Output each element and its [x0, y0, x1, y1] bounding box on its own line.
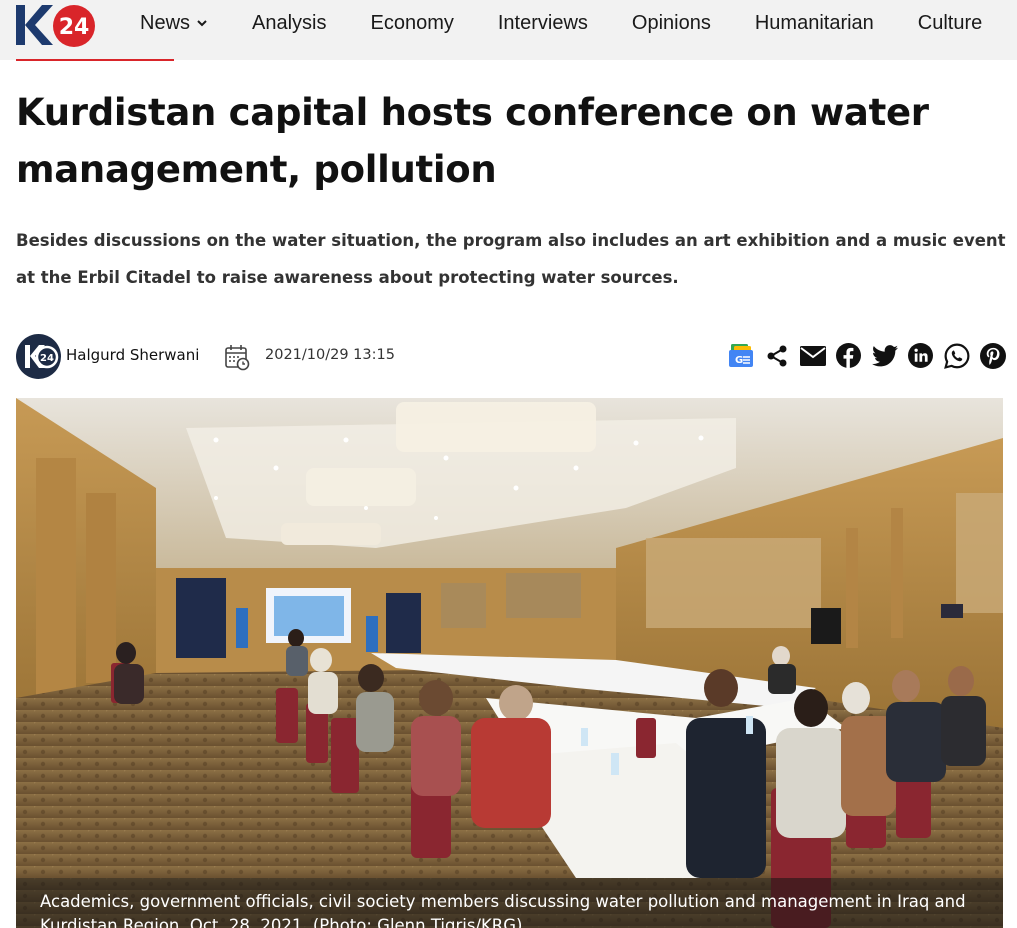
publish-date: 2021/10/29 13:15 [265, 347, 395, 363]
calendar-icon [225, 345, 250, 371]
facebook-icon[interactable] [835, 342, 862, 369]
article-title: Kurdistan capital hosts conference on wa… [16, 91, 929, 191]
twitter-icon[interactable] [871, 342, 898, 369]
author-name[interactable]: Halgurd Sherwani [66, 346, 199, 364]
nav-item-opinions[interactable]: Opinions [632, 12, 711, 35]
svg-text:24: 24 [40, 353, 54, 364]
nav-item-label: Analysis [252, 11, 327, 34]
nav-item-label: Interviews [497, 11, 588, 34]
nav-item-economy[interactable]: Economy [371, 12, 454, 35]
conference-room-illustration [16, 398, 1003, 928]
nav-item-analysis[interactable]: Analysis [252, 12, 326, 35]
main-nav: News Analysis Economy Interviews Opinion… [140, 0, 1017, 46]
chevron-down-icon [197, 20, 207, 27]
nav-item-interviews[interactable]: Interviews [498, 12, 588, 35]
author-avatar[interactable]: 24 [16, 334, 61, 379]
nav-item-label: Opinions [631, 11, 711, 34]
k24-avatar-icon: 24 [25, 345, 59, 369]
svg-text:G: G [735, 355, 743, 366]
nav-item-culture[interactable]: Culture [918, 12, 982, 35]
article-byline: 24 Halgurd Sherwani 2021/10/29 13:15 G [16, 334, 1006, 380]
article-hero-photo[interactable]: Academics, government officials, civil s… [16, 398, 1003, 928]
nav-item-label: Humanitarian [754, 11, 874, 34]
article-subtitle: Besides discussions on the water situati… [16, 231, 1006, 287]
nav-item-news[interactable]: News [140, 12, 208, 35]
email-icon[interactable] [799, 342, 826, 369]
active-section-underline [16, 59, 174, 61]
linkedin-icon[interactable] [907, 342, 934, 369]
top-navigation-bar: 24 News Analysis Economy Interviews Opin… [0, 0, 1017, 60]
k24-logo[interactable]: 24 [16, 1, 100, 49]
google-news-icon[interactable]: G [727, 342, 754, 369]
share-bar: G [727, 342, 1006, 369]
nav-item-label: Culture [917, 11, 983, 34]
nav-item-label: News [140, 11, 191, 34]
share-icon[interactable] [763, 342, 790, 369]
photo-caption: Academics, government officials, civil s… [16, 878, 1003, 928]
pinterest-icon[interactable] [979, 342, 1006, 369]
nav-item-label: Economy [370, 11, 454, 34]
whatsapp-icon[interactable] [943, 342, 970, 369]
nav-item-humanitarian[interactable]: Humanitarian [755, 12, 874, 35]
svg-text:24: 24 [59, 15, 90, 40]
